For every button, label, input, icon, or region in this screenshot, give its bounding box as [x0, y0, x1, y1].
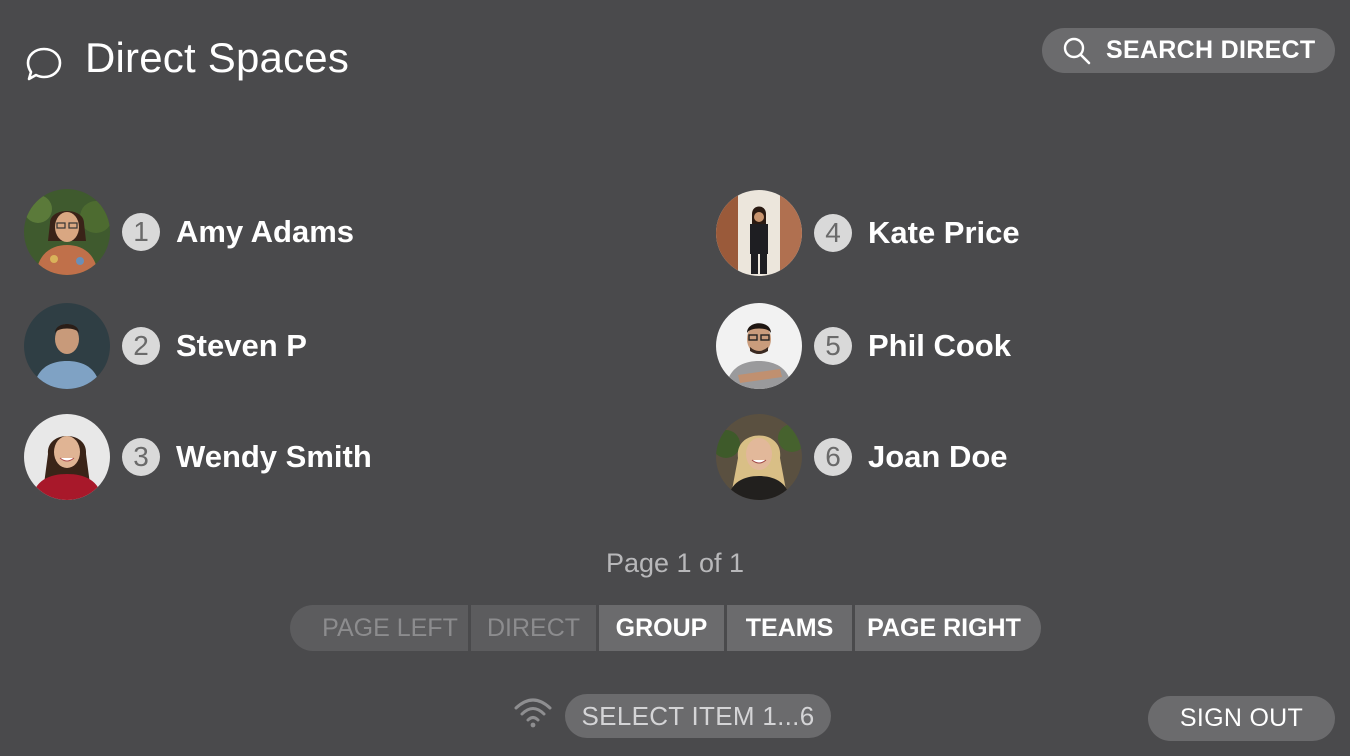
contact-number-badge: 4 — [814, 214, 852, 252]
teams-tab[interactable]: TEAMS — [727, 605, 852, 651]
page-left-button[interactable]: PAGE LEFT — [290, 605, 468, 651]
contact-item-steven-p[interactable]: 2 Steven P — [24, 303, 307, 389]
avatar — [716, 303, 802, 389]
group-tab[interactable]: GROUP — [599, 605, 724, 651]
contact-number-badge: 3 — [122, 438, 160, 476]
contact-number-badge: 5 — [814, 327, 852, 365]
avatar — [716, 190, 802, 276]
avatar — [24, 414, 110, 500]
contact-number-badge: 2 — [122, 327, 160, 365]
search-direct-label: SEARCH DIRECT — [1106, 36, 1316, 64]
contact-name: Joan Doe — [868, 439, 1008, 474]
contact-name: Kate Price — [868, 215, 1020, 250]
contact-number-badge: 1 — [122, 213, 160, 251]
contact-name: Phil Cook — [868, 328, 1011, 363]
contact-item-phil-cook[interactable]: 5 Phil Cook — [716, 303, 1011, 389]
avatar — [24, 189, 110, 275]
contact-number-badge: 6 — [814, 438, 852, 476]
contact-item-joan-doe[interactable]: 6 Joan Doe — [716, 414, 1008, 500]
search-icon — [1063, 37, 1091, 64]
sign-out-button[interactable]: SIGN OUT — [1148, 696, 1335, 741]
avatar — [24, 303, 110, 389]
direct-spaces-screen: Direct Spaces SEARCH DIRECT 1 Amy Adams — [0, 0, 1350, 756]
search-direct-button[interactable]: SEARCH DIRECT — [1042, 28, 1335, 73]
select-item-hint: SELECT ITEM 1...6 — [565, 694, 831, 738]
contact-name: Wendy Smith — [176, 439, 372, 474]
contact-item-amy-adams[interactable]: 1 Amy Adams — [24, 189, 354, 275]
wifi-icon — [514, 698, 552, 728]
chat-bubble-icon — [26, 47, 62, 81]
navigation-bar: PAGE LEFT DIRECT GROUP TEAMS PAGE RIGHT — [290, 605, 1041, 651]
contact-name: Amy Adams — [176, 214, 355, 249]
contact-name: Steven P — [176, 328, 307, 363]
page-right-button[interactable]: PAGE RIGHT — [855, 605, 1041, 651]
avatar — [716, 414, 802, 500]
contact-item-wendy-smith[interactable]: 3 Wendy Smith — [24, 414, 372, 500]
contact-item-kate-price[interactable]: 4 Kate Price — [716, 190, 1020, 276]
page-indicator: Page 1 of 1 — [605, 548, 745, 578]
page-title: Direct Spaces — [85, 34, 350, 81]
direct-tab[interactable]: DIRECT — [471, 605, 596, 651]
